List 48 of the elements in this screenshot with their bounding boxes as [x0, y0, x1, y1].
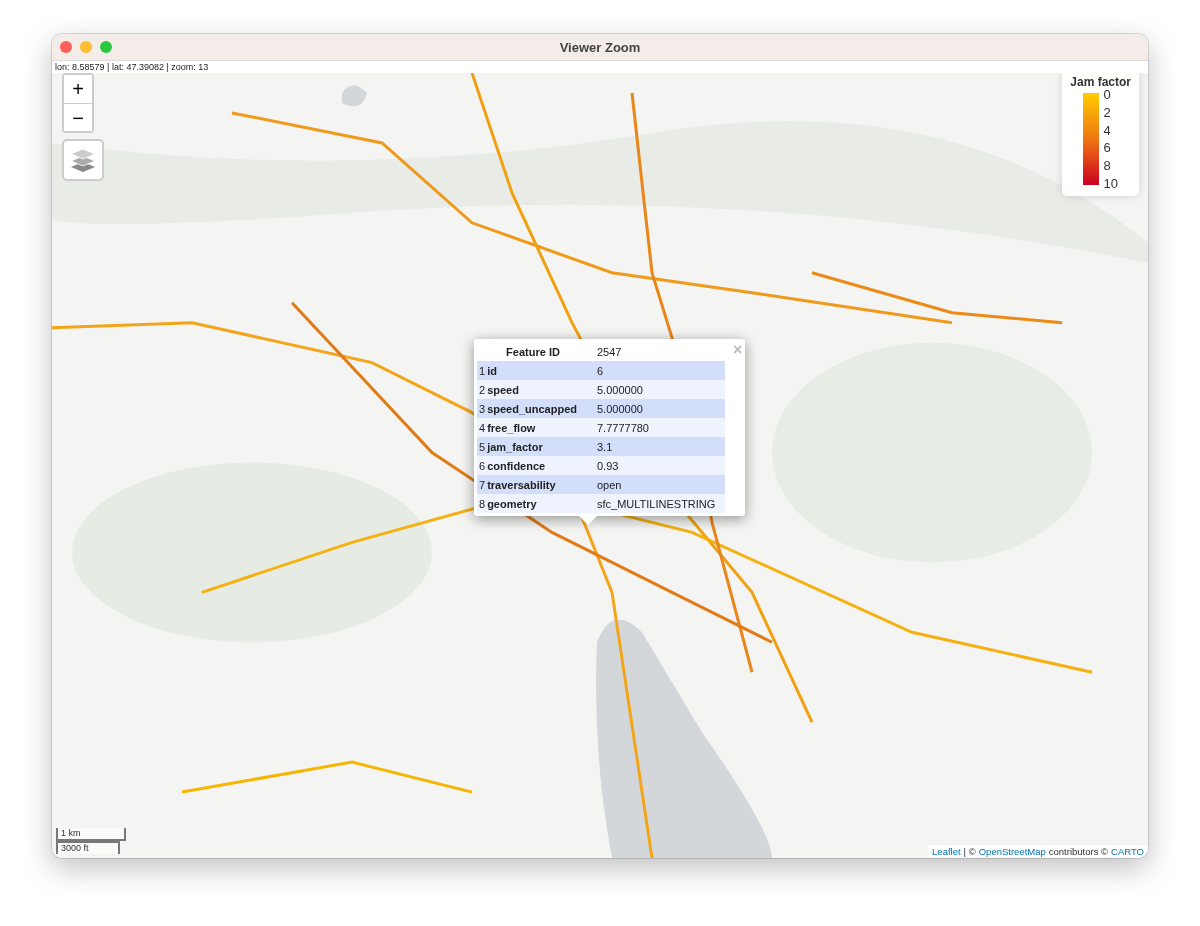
field-name: confidence: [487, 459, 546, 472]
row-index: 1: [479, 364, 486, 377]
scale-label: 1 km: [56, 828, 126, 841]
attribution-text: | ©: [963, 846, 976, 857]
legend-tick-label: 6: [1103, 141, 1112, 155]
legend-tick-label: 10: [1103, 177, 1118, 190]
field-value: 6: [589, 361, 726, 380]
field-name: speed_uncapped: [487, 402, 577, 415]
row-index: 5: [479, 440, 486, 453]
field-value: open: [589, 475, 726, 494]
field-value: sfc_MULTILINESTRING: [589, 494, 726, 513]
row-index: 8: [479, 497, 486, 510]
legend-tick-label: 4: [1103, 123, 1112, 137]
field-value: 0.93: [589, 456, 726, 475]
legend-tick-label: 8: [1103, 159, 1112, 173]
field-value: 5.000000: [589, 399, 726, 418]
window-title: Viewer Zoom: [559, 39, 641, 55]
scale-label: 3000 ft: [56, 841, 120, 854]
close-button[interactable]: [60, 41, 72, 53]
legend-tick-label: 2: [1103, 105, 1112, 119]
row-index: 6: [479, 459, 486, 472]
coordinates-text: lon: 8.58579 | lat: 47.39082 | zoom: 13: [52, 61, 1148, 73]
zoom-out-button[interactable]: −: [64, 103, 92, 131]
field-name: traversability: [487, 478, 556, 491]
field-name: id: [487, 364, 497, 377]
minimize-button[interactable]: [80, 41, 92, 53]
maximize-button[interactable]: [100, 41, 112, 53]
row-index: 4: [479, 421, 486, 434]
field-value: 7.7777780: [589, 418, 726, 437]
layers-icon: [70, 148, 96, 172]
attribution-link[interactable]: OpenStreetMap: [978, 846, 1046, 857]
row-index: 3: [479, 402, 486, 415]
field-value: 5.000000: [589, 380, 726, 399]
attribution-link[interactable]: Leaflet: [932, 846, 961, 857]
row-index: 2: [479, 383, 486, 396]
field-name: jam_factor: [487, 440, 543, 453]
field-name: free_flow: [487, 421, 536, 434]
layers-button[interactable]: [62, 139, 104, 181]
field-name: geometry: [487, 497, 537, 510]
legend-title: Jam factor: [1070, 75, 1131, 89]
header-cell: Feature ID: [477, 342, 589, 361]
legend-tick-label: 0: [1103, 88, 1112, 101]
field-value: 3.1: [589, 437, 726, 456]
header-cell: 2547: [589, 342, 726, 361]
attribution-link[interactable]: CARTO: [1111, 846, 1144, 857]
field-name: speed: [487, 383, 519, 396]
attribution-text: contributors ©: [1048, 846, 1109, 857]
row-index: 7: [479, 478, 486, 491]
